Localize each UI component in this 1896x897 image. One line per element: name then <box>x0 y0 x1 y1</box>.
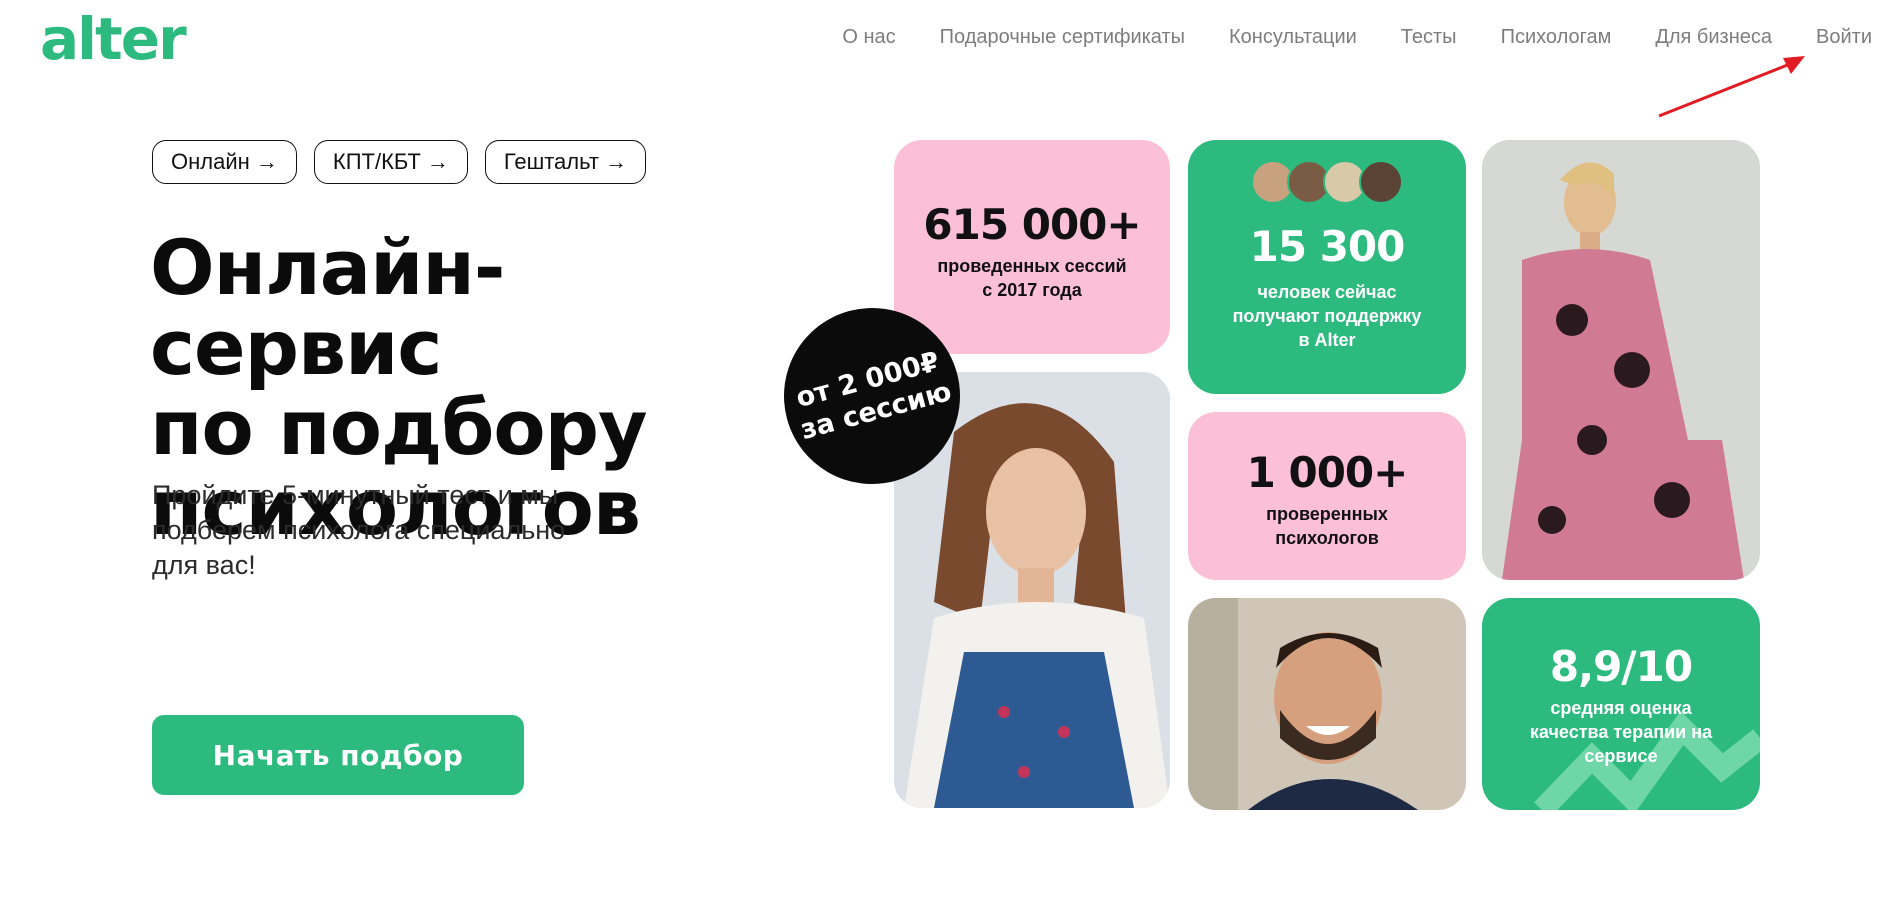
hero-subtitle-line: для вас! <box>152 550 256 580</box>
chip-online[interactable]: Онлайн → <box>152 140 297 184</box>
photo-bearded-man <box>1188 598 1466 810</box>
nav-consultations[interactable]: Консультации <box>1229 26 1357 49</box>
stat-label-line: проведенных сессий <box>937 256 1127 276</box>
nav-gift-certificates[interactable]: Подарочные сертификаты <box>940 26 1185 49</box>
avatar <box>1359 160 1403 204</box>
hero-title-line: по подбору <box>150 383 648 472</box>
stat-card-sessions: 615 000+ проведенных сессий с 2017 года <box>894 140 1170 354</box>
start-selection-button[interactable]: Начать подбор <box>152 715 524 795</box>
nav-for-business[interactable]: Для бизнеса <box>1655 26 1772 49</box>
therapy-chips: Онлайн → КПТ/КБТ → Гештальт → <box>152 140 647 184</box>
stat-label-line: психологов <box>1275 528 1379 548</box>
stat-value: 15 300 <box>1249 222 1406 271</box>
stat-label: человек сейчас получают поддержку в Alte… <box>1188 280 1466 352</box>
chip-cbt[interactable]: КПТ/КБТ → <box>313 140 468 184</box>
woman-floral-image <box>1482 140 1760 580</box>
hero-subtitle: Пройдите 5-минутный тест и мы подберем п… <box>152 478 632 583</box>
top-nav: О нас Подарочные сертификаты Консультаци… <box>842 26 1872 49</box>
hero-subtitle-line: подберем психолога специально <box>152 515 566 545</box>
stat-label-line: получают поддержку <box>1232 306 1422 326</box>
stat-label-line: сервисе <box>1584 746 1658 766</box>
alter-logo[interactable]: alter <box>40 10 187 68</box>
avatar-group <box>1188 160 1466 204</box>
nav-about[interactable]: О нас <box>842 26 895 49</box>
bearded-man-image <box>1188 598 1466 810</box>
hero-title-line: Онлайн-сервис <box>150 223 505 392</box>
stat-label-line: средняя оценка <box>1550 698 1692 718</box>
stat-label-line: качества терапии на <box>1529 722 1713 742</box>
stat-card-people: 15 300 человек сейчас получают поддержку… <box>1188 140 1466 394</box>
stat-value: 1 000+ <box>1246 448 1409 497</box>
stat-label: средняя оценка качества терапии на серви… <box>1482 696 1760 768</box>
stat-card-rating: 8,9/10 средняя оценка качества терапии н… <box>1482 598 1760 810</box>
photo-woman-floral <box>1482 140 1760 580</box>
stat-value: 8,9/10 <box>1549 642 1693 691</box>
stat-label: проверенных психологов <box>1188 502 1466 550</box>
annotation-arrow-icon <box>1658 56 1805 118</box>
stat-value: 615 000+ <box>923 200 1141 249</box>
stat-label-line: человек сейчас <box>1257 282 1397 302</box>
nav-for-psychologists[interactable]: Психологам <box>1501 26 1612 49</box>
stat-label-line: в Alter <box>1298 330 1356 350</box>
chip-gestalt[interactable]: Гештальт → <box>484 140 647 184</box>
nav-tests[interactable]: Тесты <box>1401 26 1457 49</box>
stat-label-line: с 2017 года <box>982 280 1082 300</box>
stat-label-line: проверенных <box>1266 504 1388 524</box>
nav-login[interactable]: Войти <box>1816 26 1872 49</box>
stat-label: проведенных сессий с 2017 года <box>894 254 1170 302</box>
hero-subtitle-line: Пройдите 5-минутный тест и мы <box>152 480 559 510</box>
stat-card-psychologists: 1 000+ проверенных психологов <box>1188 412 1466 580</box>
